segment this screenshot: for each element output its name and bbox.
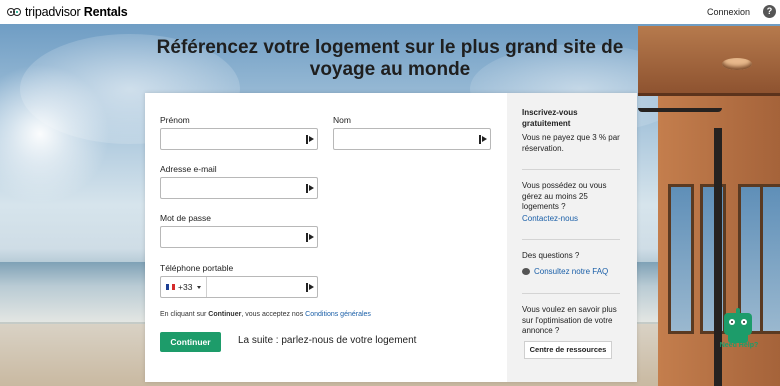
optimize-text: Vous voulez en savoir plus sur l'optimis… xyxy=(522,305,617,335)
divider xyxy=(522,239,620,240)
robot-icon xyxy=(724,313,752,335)
questions-text: Des questions ? xyxy=(522,251,580,260)
terms-notice: En cliquant sur Continuer, vous acceptez… xyxy=(160,311,371,318)
autofill-icon xyxy=(306,135,314,144)
tripadvisor-logo[interactable]: tripadvisor Rentals xyxy=(7,5,128,19)
page-heading: Référencez votre logement sur le plus gr… xyxy=(156,37,624,80)
divider xyxy=(522,169,620,170)
france-flag-icon xyxy=(166,284,175,290)
last-name-field[interactable] xyxy=(333,128,491,150)
info-sidebar: Inscrivez-vous gratuitement Vous ne paye… xyxy=(507,93,637,382)
resources-button[interactable]: Centre de ressources xyxy=(524,341,612,359)
password-field[interactable] xyxy=(160,226,318,248)
help-chat-bot[interactable]: Need Help? xyxy=(717,308,759,354)
email-field[interactable] xyxy=(160,177,318,199)
divider xyxy=(522,293,620,294)
faq-link[interactable]: Consultez notre FAQ xyxy=(522,267,622,278)
signup-title: Inscrivez-vous gratuitement xyxy=(522,108,578,128)
phone-label: Téléphone portable xyxy=(160,263,234,273)
question-circle-icon[interactable]: ? xyxy=(763,5,776,18)
signup-form: Prénom Nom Adresse e-mail Mot de passe T… xyxy=(145,93,507,382)
manager-text: Vous possédez ou vous gérez au moins 25 … xyxy=(522,181,607,211)
first-name-field[interactable] xyxy=(160,128,318,150)
phone-field[interactable]: +33 xyxy=(160,276,318,298)
continue-button[interactable]: Continuer xyxy=(160,332,221,352)
need-help-label: Need Help? xyxy=(719,342,759,349)
last-name-label: Nom xyxy=(333,115,351,125)
top-bar: tripadvisor Rentals Connexion ? xyxy=(0,0,780,24)
email-label: Adresse e-mail xyxy=(160,164,217,174)
signup-card: Prénom Nom Adresse e-mail Mot de passe T… xyxy=(145,93,637,382)
autofill-icon xyxy=(306,283,314,292)
signin-link[interactable]: Connexion xyxy=(707,7,750,17)
autofill-icon xyxy=(306,184,314,193)
contact-link[interactable]: Contactez-nous xyxy=(522,214,622,225)
password-label: Mot de passe xyxy=(160,213,212,223)
chat-bubble-icon xyxy=(522,268,530,275)
autofill-icon xyxy=(479,135,487,144)
chevron-down-icon xyxy=(197,285,202,289)
terms-link[interactable]: Conditions générales xyxy=(305,311,371,318)
first-name-label: Prénom xyxy=(160,115,190,125)
logo-text: tripadvisor Rentals xyxy=(25,5,128,19)
signup-text: Vous ne payez que 3 % par réservation. xyxy=(522,133,620,153)
country-code-select[interactable]: +33 xyxy=(161,277,207,297)
country-code: +33 xyxy=(178,282,193,292)
autofill-icon xyxy=(306,233,314,242)
owl-eyes-icon xyxy=(7,7,22,17)
next-step-text: La suite : parlez-nous de votre logement xyxy=(238,335,417,346)
